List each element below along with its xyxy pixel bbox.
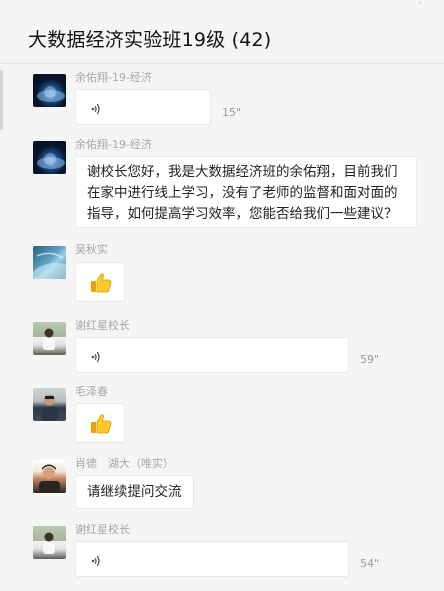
emoji-message-bubble[interactable] [75, 403, 125, 443]
person-photo-avatar-icon[interactable] [33, 388, 66, 421]
voice-message-bubble[interactable] [75, 541, 349, 577]
person-photo-avatar-icon[interactable] [33, 460, 66, 493]
sender-name: 谢红星校长 [75, 319, 130, 332]
voice-wave-icon [91, 351, 100, 363]
message-line: 在家中进行线上学习，没有了老师的监督和面对面的 [87, 185, 398, 201]
voice-wave-icon [91, 555, 100, 567]
message-line: 指导，如何提高学习效率，您能否给我们一些建议？ [87, 206, 398, 222]
person-photo-avatar-icon[interactable] [33, 322, 66, 355]
earth-avatar-icon[interactable] [33, 74, 66, 107]
voice-message-bubble[interactable] [75, 337, 349, 373]
emoji-message-bubble[interactable] [75, 262, 125, 302]
sender-name: 余佑翔-19-经济 [75, 71, 152, 84]
voice-message-bubble[interactable] [75, 89, 211, 125]
chat-header: 大数据经济实验班19级 (42) · [0, 0, 444, 64]
message-line: 谢校长您好，我是大数据经济班的余佑翔，目前我们 [87, 164, 398, 180]
chat-title[interactable]: 大数据经济实验班19级 (42) [28, 25, 271, 52]
voice-duration: 54" [360, 557, 380, 570]
sender-name: 余佑翔-19-经济 [75, 138, 152, 151]
message-line: 请继续提问交流 [87, 484, 182, 500]
more-options-icon[interactable]: · [418, 0, 422, 10]
person-photo-avatar-icon[interactable] [33, 526, 66, 559]
voice-wave-icon [91, 103, 100, 115]
text-message-bubble[interactable]: 谢校长您好，我是大数据经济班的余佑翔，目前我们 在家中进行线上学习，没有了老师的… [75, 156, 417, 228]
sender-name: 吴秋实 [75, 243, 108, 256]
blue-abstract-avatar-icon[interactable] [33, 246, 66, 279]
sender-name: 肖德 湖大（唯实） [75, 457, 174, 470]
thumbs-up-icon [91, 273, 112, 293]
voice-duration: 59" [360, 353, 380, 366]
earth-avatar-icon[interactable] [33, 141, 66, 174]
sender-name: 谢红星校长 [75, 523, 130, 536]
voice-duration: 15" [222, 106, 242, 119]
scrollbar[interactable] [0, 70, 3, 130]
thumbs-up-icon [91, 414, 112, 434]
text-message-bubble[interactable]: 请继续提问交流 [75, 475, 194, 509]
sender-name: 毛泽春 [75, 385, 108, 398]
